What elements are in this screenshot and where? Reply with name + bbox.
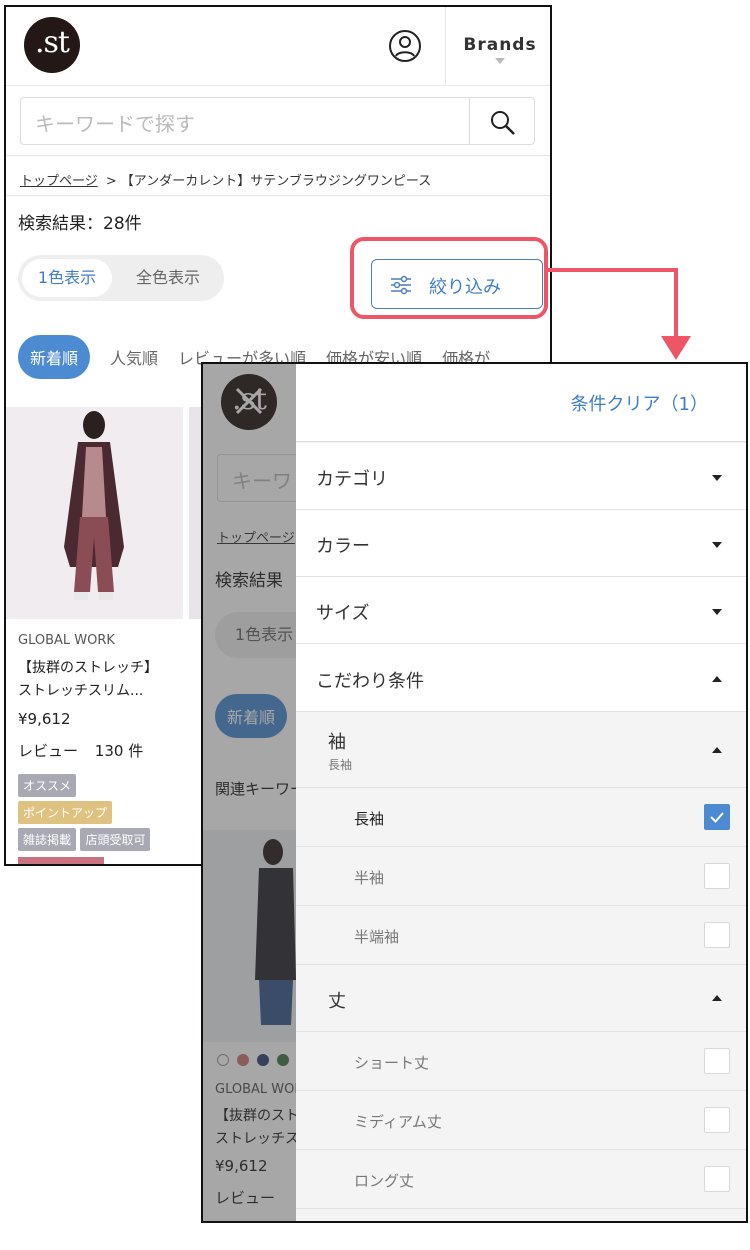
- option-label: ロング丈: [354, 1172, 415, 1190]
- checkbox[interactable]: [704, 863, 730, 889]
- chevron-down-icon: [712, 542, 722, 548]
- account-icon[interactable]: [388, 29, 422, 63]
- brands-menu[interactable]: Brands: [446, 35, 550, 64]
- product-tags: オススメ ポイントアップ 雑誌掲載 店頭受取可: [18, 774, 188, 864]
- option-label: 半袖: [354, 869, 385, 887]
- clear-conditions-button[interactable]: 条件クリア（1）: [571, 390, 708, 416]
- checkbox-checked[interactable]: [704, 804, 730, 830]
- breadcrumb-home-link[interactable]: トップページ: [20, 174, 98, 189]
- option-short-sleeve[interactable]: 半袖: [296, 847, 746, 906]
- category-row[interactable]: カテゴリ: [296, 443, 746, 510]
- product-name-line2[interactable]: ストレッチスリム...: [18, 680, 143, 700]
- arrow-vertical-segment: [674, 268, 678, 338]
- search-input[interactable]: キーワードで探す: [35, 108, 195, 137]
- product-name-line1[interactable]: 【抜群のストレッチ】: [18, 657, 158, 677]
- option-label: ショート丈: [354, 1054, 430, 1072]
- breadcrumb-current: 【アンダーカレント】サテンブラウジングワンピース: [120, 174, 432, 189]
- sort-popular[interactable]: 人気順: [110, 345, 158, 369]
- option-label: 長袖: [354, 810, 385, 828]
- chevron-up-icon: [712, 747, 722, 753]
- chevron-up-icon: [712, 995, 722, 1001]
- review-label: レビュー: [18, 742, 79, 760]
- color-label: カラー: [316, 536, 370, 557]
- header-border: [6, 85, 550, 86]
- filter-panel-header: 条件クリア（1）: [296, 364, 746, 442]
- chevron-down-icon: [495, 58, 505, 64]
- product-reviews: レビュー 130 件: [18, 740, 143, 761]
- review-count: 130 件: [94, 742, 144, 760]
- option-three-quarter-sleeve[interactable]: 半端袖: [296, 906, 746, 965]
- chevron-down-icon: [712, 609, 722, 615]
- chevron-up-icon: [712, 676, 722, 682]
- site-logo[interactable]: .st: [24, 17, 80, 73]
- search-icon: [491, 111, 515, 135]
- sleeve-title: 袖: [328, 732, 346, 753]
- length-group[interactable]: 丈: [296, 965, 746, 1032]
- brands-label: Brands: [463, 35, 537, 55]
- category-label: カテゴリ: [316, 469, 388, 490]
- search-button[interactable]: [469, 98, 534, 144]
- result-count: 検索結果：28件: [18, 214, 142, 234]
- check-icon: [710, 812, 724, 823]
- size-row[interactable]: サイズ: [296, 577, 746, 644]
- option-medium-length[interactable]: ミディアム丈: [296, 1091, 746, 1150]
- option-label: ミディアム丈: [354, 1113, 442, 1131]
- tag-magazine: 雑誌掲載: [18, 828, 77, 851]
- option-long-length[interactable]: ロング丈: [296, 1150, 746, 1209]
- checkbox[interactable]: [704, 1107, 730, 1133]
- product-brand: GLOBAL WORK: [18, 633, 115, 648]
- length-title: 丈: [328, 991, 346, 1012]
- breadcrumb-border: [6, 195, 550, 196]
- special-conditions-label: こだわり条件: [316, 671, 424, 692]
- product-image[interactable]: [6, 407, 183, 619]
- chevron-down-icon: [712, 475, 722, 481]
- search-box[interactable]: キーワードで探す: [20, 97, 535, 145]
- option-short-length[interactable]: ショート丈: [296, 1032, 746, 1091]
- checkbox[interactable]: [704, 922, 730, 948]
- filter-highlight-callout: [350, 237, 548, 319]
- tag-store-pickup: 店頭受取可: [80, 828, 151, 851]
- size-label: サイズ: [316, 603, 370, 624]
- special-conditions-row[interactable]: こだわり条件: [296, 644, 746, 712]
- breadcrumb-separator: >: [105, 174, 117, 189]
- sort-newest[interactable]: 新着順: [18, 335, 91, 379]
- filter-panel-screen: .st キーワ トップページ 検索結果 1色表示 新着順 関連キーワード GLO…: [201, 362, 748, 1223]
- filter-panel: 条件クリア（1） カテゴリ カラー サイズ こだわり条件 袖 長袖 長袖 半袖 …: [296, 364, 746, 1221]
- tag-cut-off: [18, 857, 104, 864]
- arrow-down-icon: [661, 336, 691, 360]
- breadcrumb: トップページ > 【アンダーカレント】サテンブラウジングワンピース: [20, 170, 431, 189]
- option-label: 半端袖: [354, 928, 400, 946]
- search-border: [6, 155, 550, 156]
- all-colors-tab[interactable]: 全色表示: [116, 259, 220, 297]
- option-long-sleeve[interactable]: 長袖: [296, 788, 746, 847]
- arrow-horizontal-segment: [548, 268, 678, 272]
- sleeve-group[interactable]: 袖 長袖: [296, 712, 746, 788]
- tag-point-up: ポイントアップ: [18, 801, 113, 824]
- sleeve-selected: 長袖: [328, 758, 353, 772]
- product-price: ¥9,612: [18, 710, 71, 728]
- tag-recommend: オススメ: [18, 774, 77, 797]
- color-display-toggle: 1色表示 全色表示: [18, 255, 224, 301]
- single-color-tab[interactable]: 1色表示: [22, 259, 112, 297]
- checkbox[interactable]: [704, 1166, 730, 1192]
- color-row[interactable]: カラー: [296, 510, 746, 577]
- overlay-dim[interactable]: [203, 364, 296, 1221]
- checkbox[interactable]: [704, 1048, 730, 1074]
